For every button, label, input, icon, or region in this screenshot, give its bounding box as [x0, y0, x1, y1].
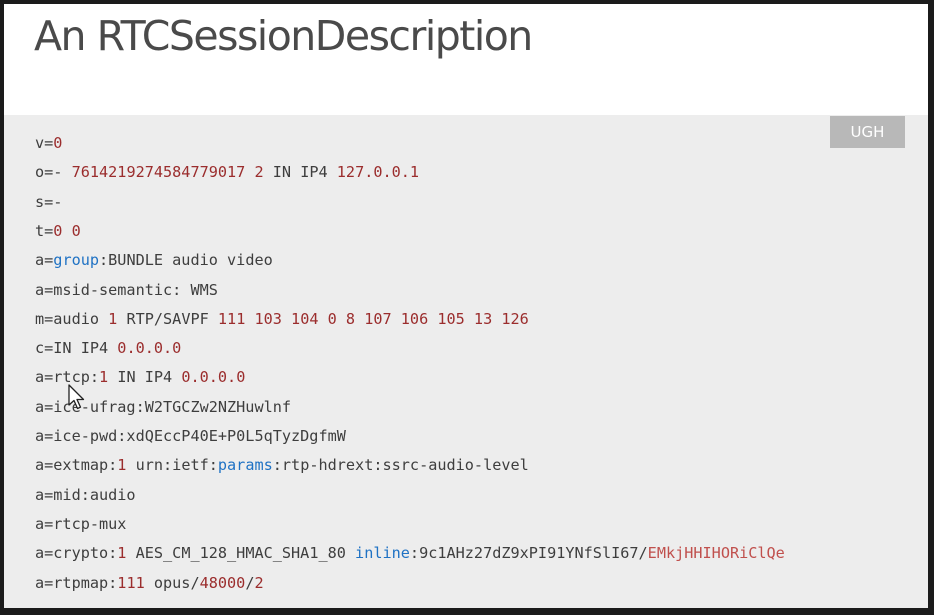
sdp-token: a=mid:audio: [35, 485, 136, 504]
sdp-token: :rtp-hdrext:ssrc-audio-level: [272, 456, 529, 475]
sdp-token-num: 0.0.0.0: [117, 339, 182, 358]
sdp-line: a=mid:audio: [35, 481, 136, 510]
sdp-token: :9c1AHz27dZ9xPI91YNfSlI67/: [409, 544, 648, 563]
sdp-token: opus/: [144, 573, 200, 592]
sdp-token: a=ice-pwd:xdQEccP40E+P0L5qTyzDgfmW: [35, 427, 346, 445]
sdp-token-num: 0: [53, 134, 63, 152]
sdp-token: urn:ietf:: [126, 456, 218, 475]
sdp-token: a=: [35, 251, 54, 270]
sdp-token: IN IP4: [108, 368, 182, 387]
sdp-token: IN IP4: [263, 163, 337, 182]
sdp-token-num: 7614219274584779017: [71, 163, 246, 182]
sdp-line: c=IN IP4 0.0.0.0: [35, 334, 181, 363]
sdp-token: s=-: [35, 192, 63, 211]
sdp-token-num: 127.0.0.1: [336, 163, 420, 182]
sdp-token: a=msid-semantic: WMS: [35, 280, 218, 299]
sdp-line: a=rtpmap:111 opus/48000/2: [35, 569, 264, 598]
presentation-slide: An RTCSessionDescription UGH v=0 o=- 7614…: [4, 4, 928, 608]
sdp-line: a=rtcp:1 IN IP4 0.0.0.0: [35, 363, 245, 392]
sdp-token-num: 0.0.0.0: [181, 368, 246, 387]
sdp-token: v=: [35, 134, 54, 152]
sdp-line: a=msid-semantic: WMS: [35, 276, 218, 305]
sdp-token-num: 111 103 104 0 8 107 106 105 13 126: [217, 309, 529, 328]
ugh-badge: UGH: [830, 116, 905, 148]
sdp-line: a=extmap:1 urn:ietf:params:rtp-hdrext:ss…: [35, 451, 529, 480]
sdp-token-kw: group: [53, 251, 100, 270]
sdp-token-num: 2: [254, 573, 264, 592]
sdp-token: a=crypto:: [35, 544, 118, 563]
sdp-line: a=crypto:1 AES_CM_128_HMAC_SHA1_80 inlin…: [35, 539, 785, 568]
sdp-token-num: 111: [117, 573, 145, 592]
sdp-line: t=0 0: [35, 217, 81, 246]
sdp-token: a=extmap:: [35, 456, 118, 475]
sdp-token: o=-: [35, 163, 72, 182]
sdp-token-kw: inline: [355, 544, 410, 563]
sdp-token-num: 2: [254, 163, 264, 182]
sdp-token: m=audio: [35, 309, 109, 328]
sdp-token: [62, 222, 71, 240]
sdp-line: m=audio 1 RTP/SAVPF 111 103 104 0 8 107 …: [35, 305, 529, 334]
sdp-token: c=IN IP4: [35, 339, 118, 358]
slide-title: An RTCSessionDescription: [34, 12, 533, 60]
sdp-token: a=rtpmap:: [35, 573, 118, 592]
sdp-token: a=rtcp:: [35, 368, 100, 387]
sdp-token-num: 48000: [199, 573, 246, 592]
sdp-token: a=rtcp-mux: [35, 514, 127, 533]
sdp-line: s=-: [35, 188, 62, 217]
sdp-token-num: 1: [99, 368, 109, 387]
sdp-token-num: 0: [71, 221, 81, 240]
sdp-token: t=: [35, 221, 54, 240]
sdp-token-num: 1: [108, 309, 118, 328]
sdp-line: v=0: [35, 129, 62, 158]
sdp-token: AES_CM_128_HMAC_SHA1_80: [126, 544, 356, 563]
sdp-line: a=rtcp-mux: [35, 510, 126, 539]
sdp-token: RTP/SAVPF: [117, 309, 218, 328]
video-frame: An RTCSessionDescription UGH v=0 o=- 7614…: [0, 0, 934, 615]
sdp-line: o=- 7614219274584779017 2 IN IP4 127.0.0…: [35, 158, 419, 187]
sdp-line: a=ice-pwd:xdQEccP40E+P0L5qTyzDgfmW: [35, 422, 346, 451]
sdp-token: :BUNDLE audio video: [99, 251, 273, 270]
sdp-line: a=group:BUNDLE audio video: [35, 246, 273, 275]
sdp-token-str: EMkjHHIHORiClQe: [647, 544, 785, 563]
sdp-token-kw: params: [217, 456, 273, 475]
mouse-pointer-icon: [68, 384, 85, 410]
